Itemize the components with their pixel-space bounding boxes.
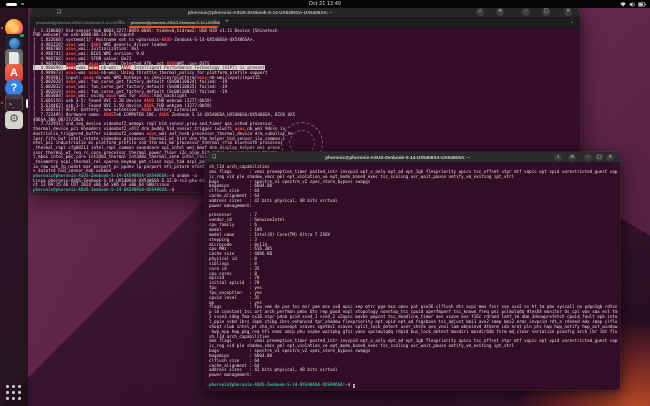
terminal-line: hwp_epp hwp_pkg_req hfi vnmi umip pku os… [209, 330, 620, 335]
titlebar[interactable]: ❏ phoronix@phoronix-ASUS-Zenbook-S-14-UX… [30, 7, 580, 18]
tab-2-label: phoronix@phoronix-ASUS-Zenbook-S-14-UX54… [131, 20, 220, 25]
terminal-icon[interactable]: >_ [5, 94, 23, 112]
show-apps-dot [12, 397, 15, 400]
wallpaper-emblem-core [297, 138, 307, 148]
maximize-button[interactable]: □ [595, 154, 603, 162]
focused-app-indicator [26, 99, 29, 108]
show-apps-dot [6, 397, 9, 400]
firefox-swirl [9, 23, 19, 33]
tab-bar: phoronix@phoronix-ASUS-Zenbook-S-14-UX54… [30, 18, 580, 28]
show-apps-dot [18, 391, 21, 394]
tab-2-active[interactable]: phoronix@phoronix-ASUS-Zenbook-S-14-UX54… [127, 18, 220, 28]
dock: A ? >_ ⚙ [0, 8, 28, 406]
show-apps-dot [18, 397, 21, 400]
tab-1-close-icon[interactable]: × [116, 18, 124, 28]
search-icon[interactable]: ⌕ [554, 154, 562, 162]
new-tab-button[interactable]: + [222, 18, 232, 28]
show-apps-dot [12, 385, 15, 388]
tab-2-close-icon[interactable]: × [211, 18, 219, 28]
thunderbird-bird [9, 38, 20, 49]
close-button[interactable]: × [564, 8, 572, 16]
show-apps-grid-icon[interactable] [5, 384, 23, 402]
show-apps-dot [18, 385, 21, 388]
maximize-button[interactable]: □ [542, 8, 550, 16]
search-icon[interactable]: ⌕ [476, 8, 484, 16]
top-bar: Oct 21 13:49 [0, 0, 650, 8]
terminal-icon-titlebar [6, 95, 22, 99]
firefox-running-dot [1, 27, 3, 29]
tab-1[interactable]: phoronix@phoronix-ASUS-Zenbook-S-14-UX54… [32, 18, 125, 28]
terminal-window-cpuinfo[interactable]: ❏ phoronix@phoronix-ASUS-Zenbook-S-14-UX… [205, 152, 620, 390]
tab-overview-icon[interactable]: ❏ [211, 154, 217, 160]
wifi-icon [620, 2, 626, 7]
settings-gear-icon[interactable]: ⚙ [5, 111, 23, 129]
terminal-line: phoronix@phoronix-ASUS-Zenbook-S-14-UX54… [209, 383, 620, 388]
menu-icon[interactable]: ≡ [496, 8, 504, 16]
menu-icon[interactable]: ≡ [568, 154, 576, 162]
tab-list-chevron-icon[interactable]: ⌄ [567, 18, 577, 28]
document-page [9, 52, 18, 64]
show-apps-dot [12, 391, 15, 394]
terminal-icon-prompt: >_ [9, 102, 15, 108]
show-apps-dot [6, 385, 9, 388]
volume-icon [629, 2, 635, 7]
battery-icon [638, 2, 646, 7]
show-apps-dot [6, 391, 9, 394]
minimize-button[interactable]: – [522, 8, 530, 16]
minimize-button[interactable]: – [584, 154, 592, 162]
window-title: phoronix@phoronix-ASUS-Zenbook-S-14-UX54… [245, 155, 550, 160]
window-title: phoronix@phoronix-ASUS-Zenbook-S-14-UX54… [30, 10, 490, 15]
system-tray[interactable] [620, 0, 646, 8]
titlebar[interactable]: ❏ phoronix@phoronix-ASUS-Zenbook-S-14-UX… [205, 152, 620, 163]
terminal-output-cpuinfo[interactable]: sh_l1d arch_capabilitiesvmx flags : vnmi… [205, 163, 620, 390]
notification-badge [19, 33, 25, 39]
close-button[interactable]: × [606, 154, 614, 162]
terminal-running-dot [1, 102, 3, 104]
clock[interactable]: Oct 21 13:49 [0, 0, 650, 8]
